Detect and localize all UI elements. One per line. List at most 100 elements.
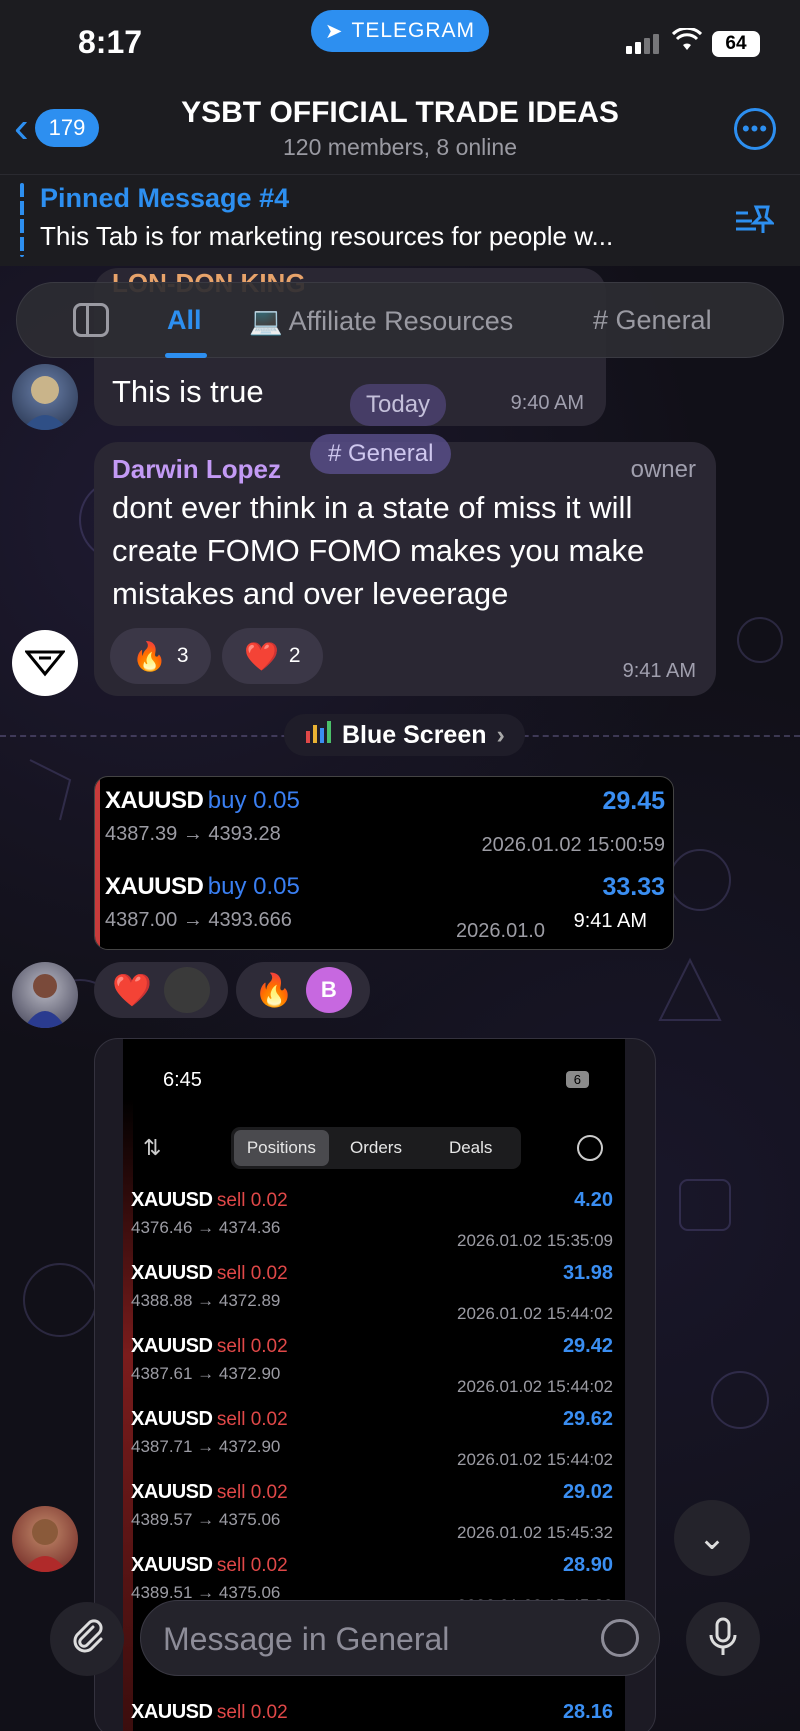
- more-options-button[interactable]: •••: [734, 108, 776, 150]
- position-pnl: 29.42: [562, 1335, 613, 1357]
- tab-positions: Positions: [234, 1130, 329, 1166]
- trade-date: 2026.01.02 15:00:59: [481, 834, 665, 856]
- message-input[interactable]: Message in General: [140, 1600, 660, 1676]
- sender-role: owner: [630, 456, 696, 483]
- message-text: dont ever think in a state of miss it wi…: [112, 490, 645, 611]
- chat-subtitle: 120 members, 8 online: [283, 134, 517, 160]
- wifi-icon: [671, 26, 703, 59]
- pinned-text: This Tab is for marketing resources for …: [40, 221, 614, 251]
- trade-direction: buy 0.05: [207, 787, 300, 814]
- sidebar-toggle-icon[interactable]: [73, 303, 109, 337]
- avatar[interactable]: [12, 364, 78, 430]
- chat-header: ‹ 179 YSBT OFFICIAL TRADE IDEAS 120 memb…: [0, 84, 800, 174]
- position-row: XAUUSD sell 0.02 31.98 4388.88 → 4372.89…: [131, 1262, 621, 1324]
- tab-affiliate-resources[interactable]: 💻 Affiliate Resources: [249, 305, 513, 337]
- date-pill: Today: [350, 384, 447, 426]
- screenshot-time: 6:45: [163, 1069, 202, 1091]
- position-pnl: 28.16: [562, 1701, 613, 1723]
- position-row: XAUUSD sell 0.02 29.42 4387.61 → 4372.90…: [131, 1335, 621, 1397]
- tab-orders: Orders: [350, 1138, 402, 1157]
- pinned-indicator: [20, 183, 24, 257]
- telegram-plane-icon: ➤: [324, 19, 344, 43]
- position-date: 2026.01.02 15:45:32: [457, 1523, 613, 1542]
- position-symbol: XAUUSD: [131, 1262, 213, 1284]
- reactor-avatar: B: [305, 967, 352, 1013]
- telegram-pill[interactable]: ➤ TELEGRAM: [311, 10, 489, 52]
- reaction-heart[interactable]: ❤️ 2: [222, 628, 323, 684]
- position-symbol: XAUUSD: [131, 1554, 213, 1576]
- chat-title[interactable]: YSBT OFFICIAL TRADE IDEAS: [0, 96, 800, 130]
- position-direction: sell 0.02: [216, 1263, 288, 1284]
- pinned-title: Pinned Message #4: [40, 183, 290, 213]
- clock-icon: [577, 1135, 603, 1161]
- chevron-down-icon: ⌄: [697, 1519, 727, 1557]
- status-time: 8:17: [78, 24, 143, 60]
- position-pnl: 29.02: [562, 1481, 613, 1503]
- avatar[interactable]: [12, 962, 78, 1028]
- position-date: 2026.01.02 15:44:02: [457, 1304, 613, 1323]
- sort-icon: ⇅: [143, 1135, 162, 1160]
- position-row: XAUUSD sell 0.02 28.16: [131, 1701, 621, 1731]
- position-row: XAUUSD sell 0.02 4.20 4376.46 → 4374.36 …: [131, 1189, 621, 1251]
- position-date: 2026.01.02 15:35:09: [457, 1231, 613, 1250]
- sender-name[interactable]: Darwin Lopez: [112, 454, 281, 485]
- attach-button[interactable]: [50, 1602, 124, 1676]
- chevron-right-icon: ›: [496, 720, 505, 749]
- reaction-fire[interactable]: 🔥 B: [236, 962, 370, 1018]
- tab-deals: Deals: [448, 1138, 493, 1157]
- topic-tabs: All 💻 Affiliate Resources # General: [16, 282, 784, 358]
- active-tab-indicator: [165, 353, 207, 358]
- position-date: 2026.01.02 15:44:02: [457, 1450, 613, 1469]
- sticker-icon[interactable]: [601, 1619, 639, 1657]
- tab-all[interactable]: All: [167, 305, 202, 336]
- fire-icon: 🔥: [254, 972, 294, 1008]
- position-pnl: 28.90: [562, 1554, 613, 1576]
- screenshot-tabs: Positions Orders Deals: [231, 1127, 521, 1169]
- microphone-button[interactable]: [686, 1602, 760, 1676]
- tab-general[interactable]: # General: [593, 305, 712, 336]
- position-direction: sell 0.02: [216, 1702, 288, 1723]
- trade-symbol: XAUUSD: [105, 873, 204, 900]
- fire-icon: 🔥: [132, 640, 167, 672]
- position-direction: sell 0.02: [216, 1190, 288, 1211]
- reaction-count: 2: [288, 644, 301, 667]
- trade-direction: buy 0.05: [207, 873, 300, 900]
- pinned-list-icon[interactable]: [734, 203, 776, 245]
- reactor-avatar: [163, 967, 210, 1013]
- topic-pill-blue-screen[interactable]: Blue Screen ›: [284, 714, 525, 756]
- position-symbol: XAUUSD: [131, 1189, 213, 1211]
- avatar[interactable]: [12, 630, 78, 696]
- message-time: 9:40 AM: [510, 392, 584, 414]
- reaction-heart[interactable]: ❤️: [94, 962, 228, 1018]
- trade-bar: [95, 777, 100, 949]
- paperclip-icon: [69, 1617, 105, 1662]
- trade-image-card[interactable]: XAUUSD buy 0.05 29.45 4387.39 → 4393.28 …: [94, 776, 674, 950]
- position-symbol: XAUUSD: [131, 1408, 213, 1430]
- message-input-placeholder: Message in General: [163, 1621, 450, 1657]
- position-date: 2026.01.02 15:44:02: [457, 1377, 613, 1396]
- telegram-pill-label: TELEGRAM: [351, 19, 476, 42]
- message-text: This is true: [112, 374, 264, 409]
- screenshot-battery: 6: [565, 1071, 589, 1088]
- reaction-fire[interactable]: 🔥 3: [110, 628, 211, 684]
- reaction-count: 3: [176, 644, 189, 667]
- message-time: 9:41 AM: [565, 908, 655, 935]
- trade-pnl: 29.45: [602, 787, 665, 815]
- message-bubble[interactable]: Darwin Lopez owner dont ever think in a …: [94, 442, 716, 696]
- position-symbol: XAUUSD: [131, 1701, 213, 1723]
- signal-icon: [626, 33, 662, 54]
- position-symbol: XAUUSD: [131, 1481, 213, 1503]
- message-time: 9:41 AM: [622, 660, 696, 682]
- avatar[interactable]: [12, 1506, 78, 1572]
- position-direction: sell 0.02: [216, 1409, 288, 1430]
- microphone-icon: [708, 1617, 738, 1662]
- ellipsis-icon: •••: [741, 116, 769, 141]
- scroll-to-bottom-button[interactable]: ⌄: [674, 1500, 750, 1576]
- trade-date: 2026.01.0: [456, 920, 545, 942]
- pinned-message-bar[interactable]: Pinned Message #4 This Tab is for market…: [0, 174, 800, 266]
- topic-pill-label: Blue Screen: [342, 720, 487, 749]
- position-direction: sell 0.02: [216, 1482, 288, 1503]
- heart-icon: ❤️: [112, 972, 152, 1008]
- position-symbol: XAUUSD: [131, 1335, 213, 1357]
- topic-link-general[interactable]: # General: [310, 434, 452, 474]
